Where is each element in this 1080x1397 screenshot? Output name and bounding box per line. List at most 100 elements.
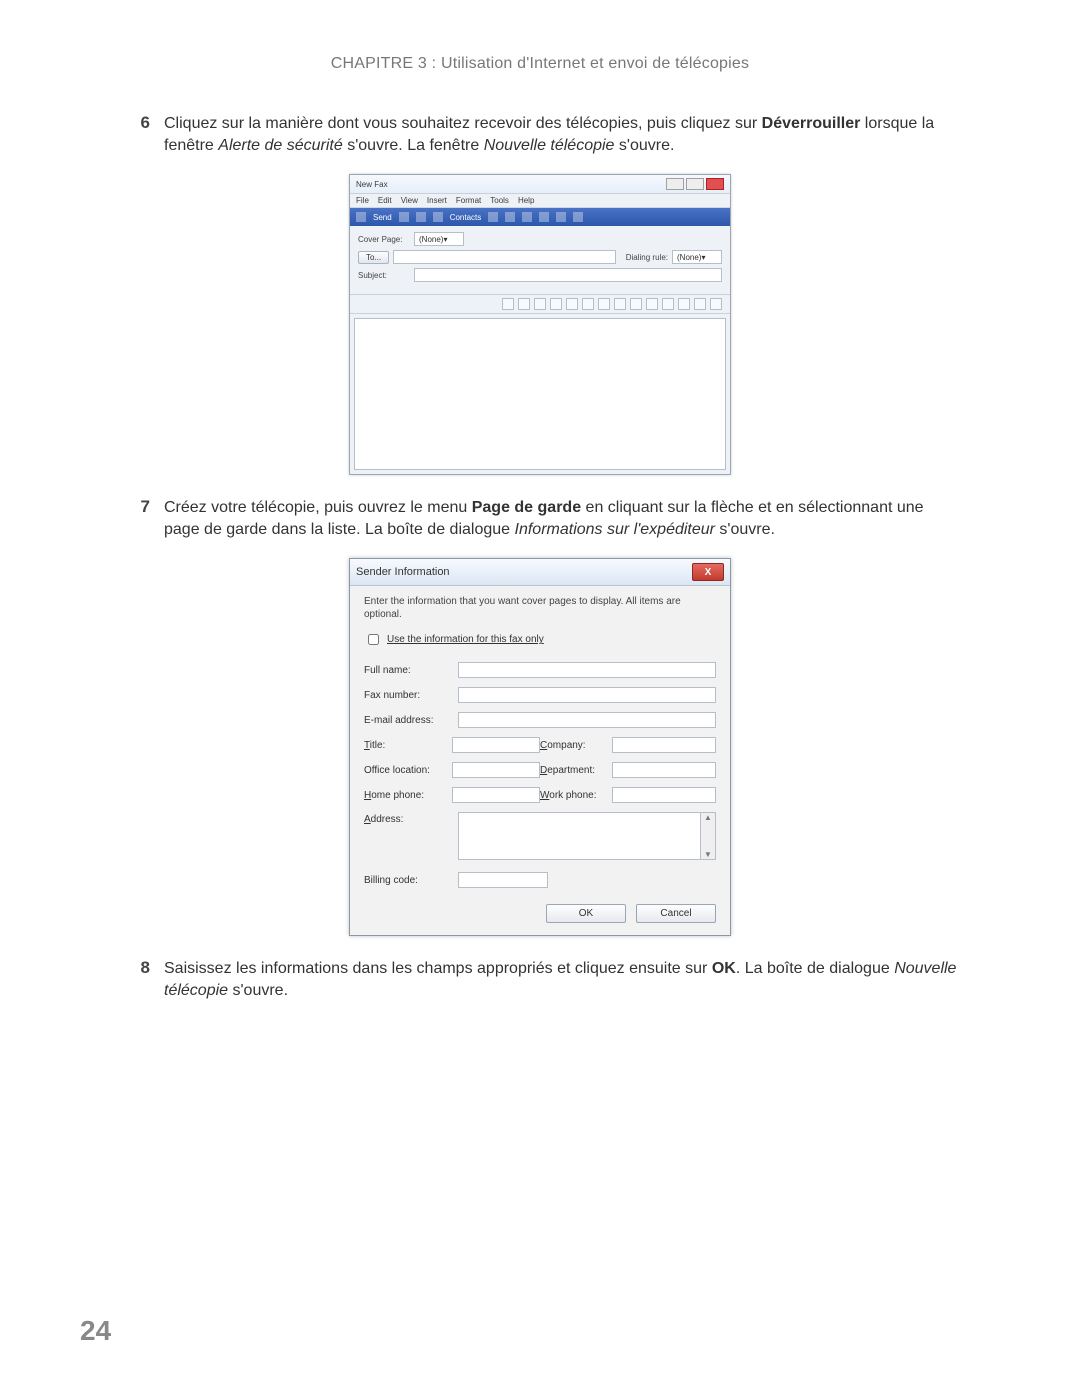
format-icon[interactable] xyxy=(598,298,610,310)
text: Créez votre télécopie, puis ouvrez le me… xyxy=(164,499,472,516)
step-7: 7 Créez votre télécopie, puis ouvrez le … xyxy=(120,497,960,540)
home-phone-input[interactable] xyxy=(452,787,540,803)
toolbar-icon[interactable] xyxy=(433,212,443,222)
italic-text: Alerte de sécurité xyxy=(218,137,343,154)
window-controls xyxy=(666,178,724,190)
office-input[interactable] xyxy=(452,762,540,778)
format-toolbar xyxy=(350,295,730,314)
text: s'ouvre. xyxy=(614,137,674,154)
menu-insert[interactable]: Insert xyxy=(427,196,447,205)
format-icon[interactable] xyxy=(518,298,530,310)
work-phone-input[interactable] xyxy=(612,787,716,803)
text: s'ouvre. xyxy=(228,982,288,999)
company-label: Company: xyxy=(540,740,612,751)
menu-help[interactable]: Help xyxy=(518,196,534,205)
format-icon[interactable] xyxy=(646,298,658,310)
figure-new-fax: New Fax File Edit View Insert Format Too… xyxy=(120,174,960,475)
format-icon[interactable] xyxy=(694,298,706,310)
cover-page-select[interactable]: (None) ▾ xyxy=(414,232,464,246)
toolbar-icon[interactable] xyxy=(505,212,515,222)
toolbar-icon[interactable] xyxy=(556,212,566,222)
format-icon[interactable] xyxy=(614,298,626,310)
ok-button[interactable]: OK xyxy=(546,904,626,923)
close-button[interactable]: X xyxy=(692,563,724,581)
format-icon[interactable] xyxy=(710,298,722,310)
format-icon[interactable] xyxy=(566,298,578,310)
text: s'ouvre. La fenêtre xyxy=(343,137,484,154)
title-input[interactable] xyxy=(452,737,540,753)
menu-view[interactable]: View xyxy=(401,196,418,205)
toolbar-icon[interactable] xyxy=(539,212,549,222)
format-icon[interactable] xyxy=(502,298,514,310)
italic-text: Informations sur l'expéditeur xyxy=(515,521,715,538)
full-name-label: Full name: xyxy=(364,665,452,676)
to-button[interactable]: To... xyxy=(358,251,389,264)
minimize-button[interactable] xyxy=(666,178,684,190)
company-input[interactable] xyxy=(612,737,716,753)
fax-header-fields: Cover Page: (None) ▾ To... Dialing rule:… xyxy=(350,226,730,295)
bold-text: Déverrouiller xyxy=(762,115,861,132)
format-icon[interactable] xyxy=(662,298,674,310)
menu-file[interactable]: File xyxy=(356,196,369,205)
maximize-button[interactable] xyxy=(686,178,704,190)
scrollbar[interactable]: ▲▼ xyxy=(701,812,716,860)
department-input[interactable] xyxy=(612,762,716,778)
italic-text: Nouvelle télécopie xyxy=(484,137,615,154)
format-icon[interactable] xyxy=(582,298,594,310)
step-text: Saisissez les informations dans les cham… xyxy=(164,958,960,1001)
menu-format[interactable]: Format xyxy=(456,196,481,205)
menu-edit[interactable]: Edit xyxy=(378,196,392,205)
format-icon[interactable] xyxy=(534,298,546,310)
new-fax-window: New Fax File Edit View Insert Format Too… xyxy=(349,174,731,475)
toolbar-icon[interactable] xyxy=(416,212,426,222)
document-page: CHAPITRE 3 : Utilisation d'Internet et e… xyxy=(0,0,1080,1397)
text: s'ouvre. xyxy=(715,521,775,538)
dialing-rule-select[interactable]: (None) ▾ xyxy=(672,250,722,264)
message-body[interactable] xyxy=(354,318,726,470)
home-phone-label: Home phone: xyxy=(364,790,452,801)
send-button[interactable]: Send xyxy=(373,213,392,222)
work-phone-label: Work phone: xyxy=(540,790,612,801)
step-number: 8 xyxy=(120,958,150,978)
department-label: Department: xyxy=(540,765,612,776)
office-label: Office location: xyxy=(364,765,452,776)
page-number: 24 xyxy=(80,1315,111,1347)
format-icon[interactable] xyxy=(550,298,562,310)
step-text: Cliquez sur la manière dont vous souhait… xyxy=(164,113,960,156)
step-number: 7 xyxy=(120,497,150,517)
step-text: Créez votre télécopie, puis ouvrez le me… xyxy=(164,497,960,540)
sender-info-dialog: Sender Information X Enter the informati… xyxy=(349,558,731,936)
page-header: CHAPITRE 3 : Utilisation d'Internet et e… xyxy=(120,55,960,73)
text: . La boîte de dialogue xyxy=(736,960,894,977)
email-input[interactable] xyxy=(458,712,716,728)
address-label: Address: xyxy=(364,812,452,825)
cover-page-label: Cover Page: xyxy=(358,235,410,244)
text: Cliquez sur la manière dont vous souhait… xyxy=(164,115,762,132)
contacts-button[interactable]: Contacts xyxy=(450,213,482,222)
toolbar-icon[interactable] xyxy=(522,212,532,222)
subject-label: Subject: xyxy=(358,271,410,280)
toolbar: Send Contacts xyxy=(350,208,730,226)
billing-label: Billing code: xyxy=(364,875,452,886)
close-button[interactable] xyxy=(706,178,724,190)
dialing-rule-label: Dialing rule: xyxy=(626,253,668,262)
format-icon[interactable] xyxy=(678,298,690,310)
send-icon[interactable] xyxy=(356,212,366,222)
fax-number-input[interactable] xyxy=(458,687,716,703)
cancel-button[interactable]: Cancel xyxy=(636,904,716,923)
to-field[interactable] xyxy=(393,250,616,264)
bold-text: OK xyxy=(712,960,736,977)
address-input[interactable] xyxy=(458,812,701,860)
help-icon[interactable] xyxy=(573,212,583,222)
this-fax-only-checkbox[interactable] xyxy=(368,634,379,645)
billing-input[interactable] xyxy=(458,872,548,888)
format-icon[interactable] xyxy=(630,298,642,310)
toolbar-icon[interactable] xyxy=(488,212,498,222)
full-name-input[interactable] xyxy=(458,662,716,678)
titlebar: New Fax xyxy=(350,175,730,194)
toolbar-icon[interactable] xyxy=(399,212,409,222)
email-label: E-mail address: xyxy=(364,715,452,726)
menu-tools[interactable]: Tools xyxy=(490,196,509,205)
this-fax-only-label: Use the information for this fax only xyxy=(387,634,544,645)
subject-field[interactable] xyxy=(414,268,722,282)
